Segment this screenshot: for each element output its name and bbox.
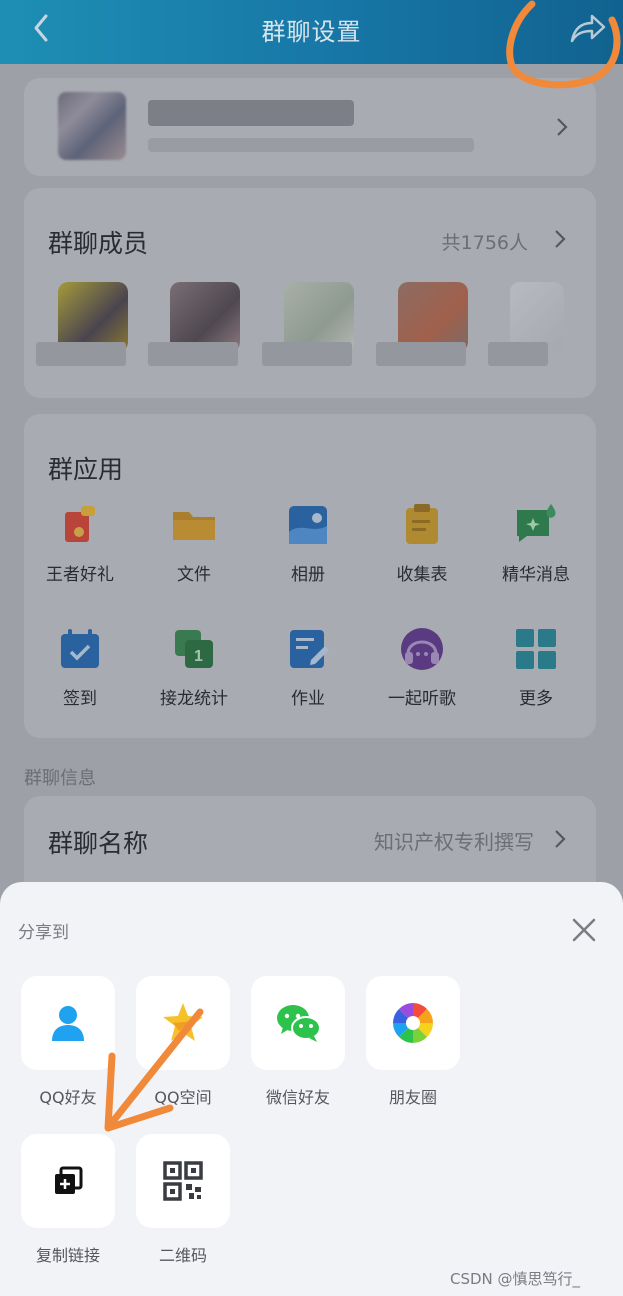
copy-link-icon xyxy=(55,1166,83,1194)
app-label: 相册 xyxy=(291,565,325,585)
app-wangzhe-gift[interactable]: 王者好礼 xyxy=(30,502,130,585)
group-profile-card[interactable] xyxy=(24,78,596,176)
app-essence[interactable]: 精华消息 xyxy=(486,502,586,585)
share-copy-link[interactable]: 复制链接 xyxy=(21,1134,115,1266)
homework-icon xyxy=(285,626,331,672)
app-label: 签到 xyxy=(63,689,97,709)
app-more[interactable]: 更多 xyxy=(486,626,586,709)
group-desc-blurred xyxy=(148,138,474,152)
clipboard-icon xyxy=(399,502,445,548)
group-name-value: 知识产权专利撰写 xyxy=(374,830,534,854)
app-label: 作业 xyxy=(291,689,325,709)
calendar-check-icon xyxy=(57,626,103,672)
app-label: 一起听歌 xyxy=(388,689,456,709)
app-files[interactable]: 文件 xyxy=(144,502,244,585)
share-label: 二维码 xyxy=(158,1246,207,1265)
app-label: 精华消息 xyxy=(502,565,570,585)
share-label: 微信好友 xyxy=(265,1088,330,1107)
app-listen-together[interactable]: 一起听歌 xyxy=(372,626,472,709)
share-qzone[interactable]: QQ空间 xyxy=(136,976,230,1108)
app-homework[interactable]: 作业 xyxy=(258,626,358,709)
member-name-blurred xyxy=(148,342,238,366)
share-label: 复制链接 xyxy=(35,1246,100,1265)
share-sheet-title: 分享到 xyxy=(18,923,69,943)
share-label: QQ空间 xyxy=(154,1088,212,1107)
share-moments[interactable]: 朋友圈 xyxy=(366,976,460,1108)
relay-stat-icon: 1 xyxy=(171,626,217,672)
chevron-right-icon xyxy=(555,830,566,848)
group-apps-card: 群应用 王者好礼 文件 相册 收集表 精华消息 签到 1 接龙统计 作业 一起听… xyxy=(24,414,596,738)
group-name-blurred xyxy=(148,100,354,126)
group-name-label: 群聊名称 xyxy=(48,829,149,858)
qr-code-icon xyxy=(163,1161,203,1201)
qq-friend-icon xyxy=(52,1006,84,1041)
group-name-row[interactable]: 群聊名称 知识产权专利撰写 xyxy=(24,796,596,896)
essence-message-icon xyxy=(513,502,559,548)
app-label: 王者好礼 xyxy=(46,565,114,585)
share-qr-code[interactable]: 二维码 xyxy=(136,1134,230,1266)
page-title: 群聊设置 xyxy=(261,18,362,46)
gift-card-icon xyxy=(57,502,103,548)
share-wechat[interactable]: 微信好友 xyxy=(251,976,345,1108)
app-album[interactable]: 相册 xyxy=(258,502,358,585)
share-qq-friend[interactable]: QQ好友 xyxy=(21,976,115,1108)
share-label: 朋友圈 xyxy=(388,1088,437,1107)
qzone-star-icon xyxy=(163,1003,203,1041)
apps-title: 群应用 xyxy=(48,455,124,484)
member-name-blurred xyxy=(488,342,548,366)
member-name-blurred xyxy=(36,342,126,366)
folder-icon xyxy=(171,502,217,548)
chevron-right-icon xyxy=(555,230,566,248)
members-title: 群聊成员 xyxy=(48,229,149,258)
share-label: QQ好友 xyxy=(39,1088,97,1107)
member-name-blurred xyxy=(262,342,352,366)
grid-more-icon xyxy=(513,626,559,672)
group-info-section-label: 群聊信息 xyxy=(24,768,96,789)
chevron-right-icon xyxy=(557,118,568,136)
member-count: 共1756人 xyxy=(441,232,528,254)
photo-album-icon xyxy=(285,502,331,548)
svg-text:1: 1 xyxy=(194,648,203,665)
members-card[interactable]: 群聊成员 共1756人 xyxy=(24,188,596,398)
app-label: 更多 xyxy=(519,689,553,709)
app-checkin[interactable]: 签到 xyxy=(30,626,130,709)
moments-icon xyxy=(393,1003,433,1043)
top-bar: 群聊设置 xyxy=(0,0,623,64)
app-collect-form[interactable]: 收集表 xyxy=(372,502,472,585)
wechat-icon xyxy=(277,1005,321,1042)
member-name-blurred xyxy=(376,342,466,366)
group-avatar xyxy=(58,92,126,160)
share-sheet: 分享到 QQ好友 QQ空间 微信好友 朋友圈 复制链接 二维码 xyxy=(0,882,623,1296)
app-label: 文件 xyxy=(177,565,211,585)
close-icon[interactable] xyxy=(566,912,602,948)
share-icon[interactable] xyxy=(566,8,610,48)
app-label: 接龙统计 xyxy=(160,689,228,709)
headphones-icon xyxy=(399,626,445,672)
app-relay-stat[interactable]: 1 接龙统计 xyxy=(144,626,244,709)
watermark-text: CSDN @慎思笃行_ xyxy=(450,1270,581,1288)
app-label: 收集表 xyxy=(396,565,448,585)
